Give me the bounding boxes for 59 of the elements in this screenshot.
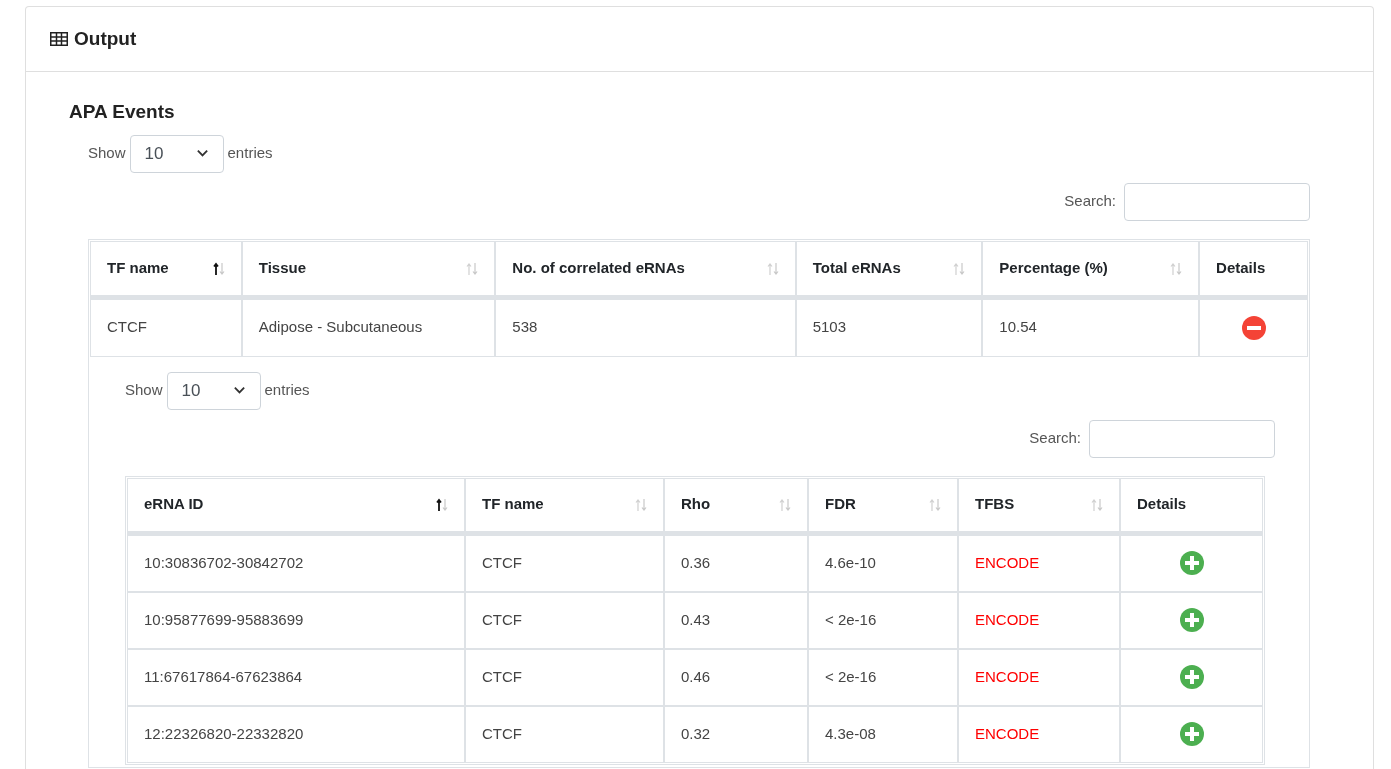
entries-label: entries [264, 380, 310, 401]
section-title: APA Events [69, 100, 176, 124]
table-cell: Adipose - Subcutaneous [242, 299, 495, 356]
table-cell: 538 [496, 299, 795, 356]
chevron-down-icon [232, 384, 246, 397]
column-header[interactable]: eRNA ID [128, 478, 464, 534]
plus-circle-icon[interactable] [1179, 608, 1204, 633]
plus-circle-icon[interactable] [1179, 665, 1204, 690]
table-cell: 0.43 [665, 592, 807, 648]
table-cell: 10.54 [983, 299, 1199, 356]
show-label: Show [125, 380, 163, 401]
tfbs-link[interactable]: ENCODE [959, 706, 1119, 762]
sort-icon[interactable] [436, 498, 448, 511]
table-cell: 0.36 [665, 535, 807, 591]
column-header[interactable]: Total eRNAs [796, 241, 982, 298]
search-label: Search: [1064, 191, 1116, 212]
table-cell: 12:22326820-22332820 [128, 706, 464, 762]
tfbs-link[interactable]: ENCODE [959, 649, 1119, 705]
table-cell: CTCF [466, 535, 663, 591]
search-field[interactable] [1089, 419, 1275, 458]
plus-circle-icon[interactable] [1179, 551, 1204, 576]
column-header[interactable]: Percentage (%) [983, 241, 1199, 298]
column-header[interactable]: FDR [809, 478, 957, 534]
entries-dropdown[interactable]: 10 [129, 134, 224, 173]
column-header[interactable]: Rho [665, 478, 807, 534]
table-cell: 10:95877699-95883699 [128, 592, 464, 648]
search-field[interactable] [1124, 182, 1310, 221]
table-icon [50, 32, 68, 46]
table-cell: 11:67617864-67623864 [128, 649, 464, 705]
card-title: Output [74, 26, 137, 51]
column-header[interactable]: TF name [466, 478, 663, 534]
table-cell: 10:30836702-30842702 [128, 535, 464, 591]
table-cell: 5103 [796, 299, 982, 356]
table-cell: < 2e-16 [809, 592, 957, 648]
tfbs-link[interactable]: ENCODE [959, 592, 1119, 648]
search-label: Search: [1029, 428, 1081, 449]
plus-circle-icon[interactable] [1179, 722, 1204, 747]
sort-icon[interactable] [212, 261, 225, 275]
column-header[interactable]: TF name [91, 241, 241, 298]
show-label: Show [88, 143, 126, 164]
table-cell: CTCF [91, 299, 241, 356]
tfbs-link[interactable]: ENCODE [959, 535, 1119, 591]
table-cell: CTCF [466, 592, 663, 648]
table-cell: CTCF [466, 706, 663, 762]
table-cell: 4.6e-10 [809, 535, 957, 591]
table-cell: 0.32 [665, 706, 807, 762]
column-header[interactable]: No. of correlated eRNAs [496, 241, 795, 298]
table-cell: 0.46 [665, 649, 807, 705]
table-cell: CTCF [466, 649, 663, 705]
table-cell: 4.3e-08 [809, 706, 957, 762]
entries-dropdown[interactable]: 10 [166, 371, 261, 410]
entries-label: entries [227, 143, 273, 164]
column-header: Details [1121, 478, 1262, 534]
column-header[interactable]: TFBS [959, 478, 1119, 534]
column-header: Details [1200, 241, 1307, 298]
minus-circle-icon[interactable] [1241, 315, 1266, 340]
chevron-down-icon [195, 147, 209, 160]
table-cell: < 2e-16 [809, 649, 957, 705]
column-header[interactable]: Tissue [242, 241, 495, 298]
